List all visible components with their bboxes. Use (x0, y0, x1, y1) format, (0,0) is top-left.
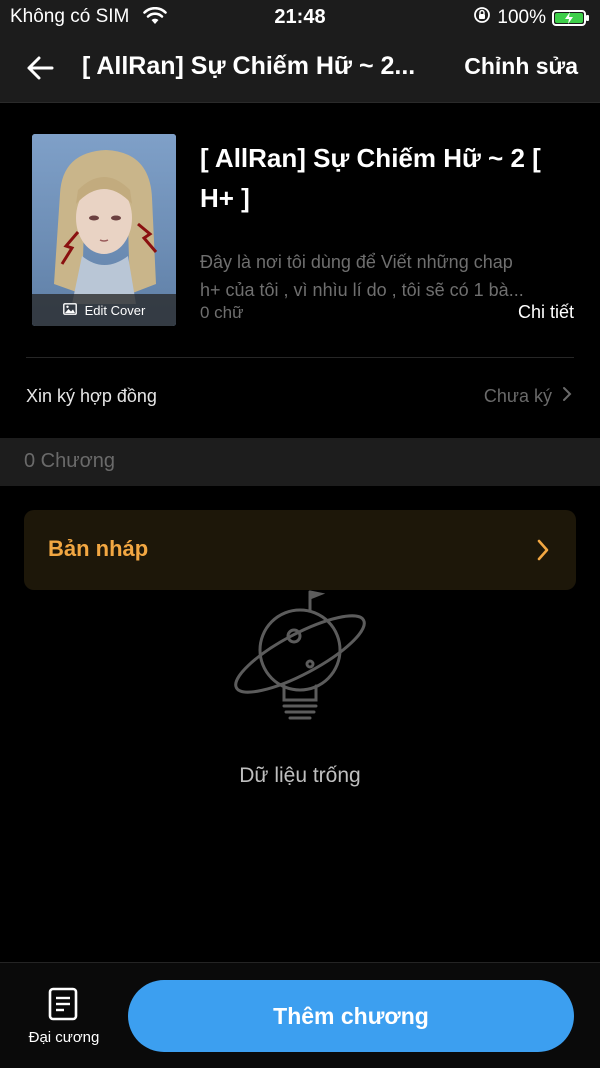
contract-status: Chưa ký (483, 386, 552, 406)
battery-icon (552, 10, 589, 26)
orientation-lock-icon (473, 6, 491, 30)
contract-status-row[interactable]: Chưa ký (484, 386, 572, 407)
details-link[interactable]: Chi tiết (518, 302, 574, 323)
book-description: Đây là nơi tôi dùng để Viết những chap h… (200, 248, 570, 304)
navigation-bar: [ AllRan] Sự Chiếm Hữ ~ 2... Chỉnh sửa (0, 34, 600, 103)
outline-button[interactable]: Đại cương (18, 985, 110, 1051)
divider (26, 357, 574, 358)
description-line-2: h+ của tôi , vì nhìu lí do , tôi sẽ có 1… (200, 280, 524, 300)
image-icon (62, 302, 77, 318)
description-line-1: Đây là nơi tôi dùng để Viết những chap (200, 252, 513, 272)
contract-label[interactable]: Xin ký hợp đồng (26, 386, 157, 407)
word-count: 0 chữ (200, 303, 244, 322)
edit-cover-label: Edit Cover (84, 302, 146, 318)
chapter-count: 0 Chương (24, 450, 115, 472)
page-title: [ AllRan] Sự Chiếm Hữ ~ 2... (82, 52, 416, 80)
empty-state-text: Dữ liệu trống (239, 764, 361, 787)
back-arrow-icon[interactable] (22, 50, 58, 86)
empty-lightbulb-icon (224, 588, 374, 738)
add-chapter-button[interactable]: Thêm chương (128, 980, 574, 1052)
status-bar: Không có SIM 21:48 100% (0, 0, 600, 34)
draft-card[interactable]: Bản nháp (24, 510, 576, 590)
chevron-right-icon (562, 386, 572, 407)
document-icon (48, 987, 78, 1026)
battery-percent: 100% (497, 7, 546, 28)
draft-label: Bản nháp (48, 536, 149, 561)
edit-button[interactable]: Chỉnh sửa (464, 53, 578, 80)
book-cover[interactable]: Edit Cover (32, 134, 176, 326)
book-title: [ AllRan] Sự Chiếm Hữ ~ 2 [ H+ ] (200, 143, 541, 213)
chevron-right-icon (536, 538, 550, 567)
chapter-count-bar: 0 Chương (0, 438, 600, 486)
outline-label: Đại cương (28, 1029, 100, 1046)
bottom-bar: Đại cương Thêm chương (0, 962, 600, 1068)
edit-cover-button[interactable]: Edit Cover (32, 294, 176, 326)
